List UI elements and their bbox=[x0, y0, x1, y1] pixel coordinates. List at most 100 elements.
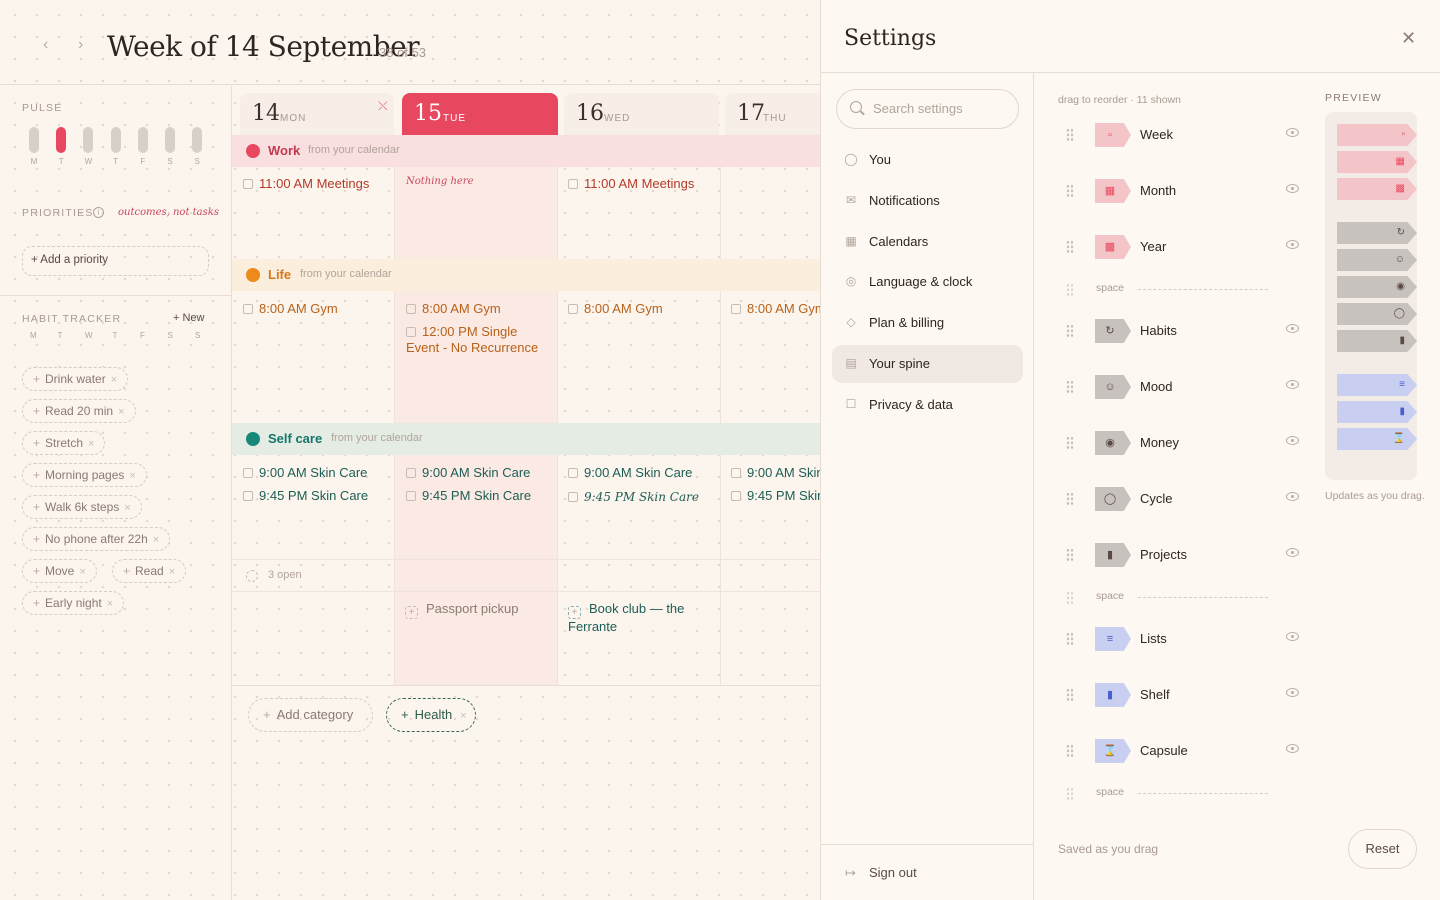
drag-handle-icon[interactable] bbox=[1066, 324, 1074, 338]
spine-space[interactable]: space bbox=[1058, 785, 1303, 801]
pulse-bar[interactable] bbox=[137, 127, 148, 153]
info-icon[interactable]: i bbox=[93, 207, 104, 218]
spine-space[interactable]: space bbox=[1058, 589, 1303, 605]
remove-icon[interactable]: × bbox=[169, 566, 175, 578]
eye-icon[interactable] bbox=[1286, 128, 1299, 137]
eye-icon[interactable] bbox=[1286, 380, 1299, 389]
task[interactable]: + Passport pickup bbox=[405, 601, 550, 619]
search-input[interactable]: Search settings bbox=[836, 89, 1019, 129]
remove-icon[interactable]: × bbox=[118, 406, 124, 418]
day-header-thu[interactable]: 17 THU bbox=[725, 93, 820, 136]
remove-icon[interactable]: × bbox=[88, 438, 94, 450]
settings-nav-item[interactable]: ✉ Notifications bbox=[832, 182, 1023, 220]
event[interactable]: 9:45 PM Skin Care bbox=[568, 489, 699, 505]
eye-icon[interactable] bbox=[1286, 240, 1299, 249]
drag-handle-icon[interactable] bbox=[1066, 184, 1074, 198]
settings-nav-item[interactable]: ◯ You bbox=[832, 141, 1023, 179]
category-life[interactable]: Life from your calendar bbox=[232, 259, 820, 291]
habit-pill[interactable]: + Read × bbox=[112, 559, 187, 583]
event[interactable]: 8:00 AM Gym bbox=[243, 301, 393, 317]
spine-item[interactable]: ▫ Week bbox=[1058, 123, 1303, 147]
eye-icon[interactable] bbox=[1286, 184, 1299, 193]
drag-handle-icon[interactable] bbox=[1066, 128, 1074, 142]
drag-handle-icon[interactable] bbox=[1066, 591, 1074, 605]
habit-pill[interactable]: + Drink water × bbox=[22, 367, 129, 391]
chevron-left-icon[interactable]: ‹ bbox=[43, 36, 48, 54]
remove-icon[interactable]: × bbox=[79, 566, 85, 578]
spine-item[interactable]: ▮ Shelf bbox=[1058, 683, 1303, 707]
sign-out-button[interactable]: Sign out bbox=[869, 865, 917, 880]
spine-item[interactable]: ◉ Money bbox=[1058, 431, 1303, 455]
settings-nav-item[interactable]: ▤ Your spine bbox=[832, 345, 1023, 383]
drag-handle-icon[interactable] bbox=[1066, 744, 1074, 758]
settings-nav-item[interactable]: ◇ Plan & billing bbox=[832, 304, 1023, 342]
eye-icon[interactable] bbox=[1286, 688, 1299, 697]
drag-handle-icon[interactable] bbox=[1066, 548, 1074, 562]
event[interactable]: 9:00 AM Skin Care bbox=[568, 465, 692, 481]
event[interactable]: 11:00 AM Meetings bbox=[243, 176, 383, 192]
reset-button[interactable]: Reset bbox=[1348, 829, 1417, 869]
task[interactable]: + Book club — the Ferrante bbox=[568, 601, 708, 635]
day-header-mon[interactable]: 14 MON ⤬ bbox=[240, 93, 394, 136]
drag-handle-icon[interactable] bbox=[1066, 787, 1074, 801]
drag-handle-icon[interactable] bbox=[1066, 240, 1074, 254]
settings-nav-item[interactable]: ☐ Privacy & data bbox=[832, 386, 1023, 424]
eye-icon[interactable] bbox=[1286, 548, 1299, 557]
event[interactable]: 8:00 AM Gym bbox=[731, 301, 820, 317]
eye-icon[interactable] bbox=[1286, 324, 1299, 333]
chevron-right-icon[interactable]: › bbox=[78, 36, 83, 54]
fold-icon[interactable]: ⤬ bbox=[378, 99, 388, 114]
event[interactable]: 9:45 PM Skin Care bbox=[243, 488, 368, 504]
spine-item[interactable]: ☺ Mood bbox=[1058, 375, 1303, 399]
drag-handle-icon[interactable] bbox=[1066, 283, 1074, 297]
eye-icon[interactable] bbox=[1286, 492, 1299, 501]
add-category-button[interactable]: + Add category bbox=[248, 698, 373, 732]
event[interactable]: 8:00 AM Gym bbox=[406, 301, 546, 317]
habit-pill[interactable]: + Move × bbox=[22, 559, 97, 583]
day-header-wed[interactable]: 16 WED bbox=[564, 93, 719, 136]
open-tasks-row[interactable]: 3 open bbox=[232, 559, 820, 592]
remove-icon[interactable]: × bbox=[153, 534, 159, 546]
event[interactable]: 9:45 PM Skin Care bbox=[731, 488, 820, 504]
drag-handle-icon[interactable] bbox=[1066, 492, 1074, 506]
drag-handle-icon[interactable] bbox=[1066, 380, 1074, 394]
category-selfcare[interactable]: Self care from your calendar bbox=[232, 423, 820, 455]
spine-item[interactable]: ≡ Lists bbox=[1058, 627, 1303, 651]
event[interactable]: 8:00 AM Gym bbox=[568, 301, 708, 317]
event[interactable]: 9:00 AM Skin Care bbox=[731, 465, 820, 481]
habit-pill[interactable]: + Read 20 min × bbox=[22, 399, 136, 423]
spine-item[interactable]: ◯ Cycle bbox=[1058, 487, 1303, 511]
habit-pill[interactable]: + Early night × bbox=[22, 591, 125, 615]
remove-icon[interactable]: × bbox=[107, 598, 113, 610]
remove-icon[interactable]: × bbox=[129, 470, 135, 482]
eye-icon[interactable] bbox=[1286, 436, 1299, 445]
event[interactable]: 9:45 PM Skin Care bbox=[406, 488, 531, 504]
close-icon[interactable]: ✕ bbox=[1401, 28, 1416, 49]
eye-icon[interactable] bbox=[1286, 632, 1299, 641]
drag-handle-icon[interactable] bbox=[1066, 688, 1074, 702]
spine-item[interactable]: ↻ Habits bbox=[1058, 319, 1303, 343]
spine-item[interactable]: ▮ Projects bbox=[1058, 543, 1303, 567]
drag-handle-icon[interactable] bbox=[1066, 436, 1074, 450]
add-priority-button[interactable]: + Add a priority bbox=[22, 246, 209, 276]
habit-pill[interactable]: + Walk 6k steps × bbox=[22, 495, 142, 519]
category-work[interactable]: Work from your calendar bbox=[232, 135, 820, 167]
new-habit-button[interactable]: + New bbox=[173, 312, 205, 324]
eye-icon[interactable] bbox=[1286, 744, 1299, 753]
pulse-bar[interactable] bbox=[56, 127, 67, 153]
spine-space[interactable]: space bbox=[1058, 281, 1303, 297]
health-chip[interactable]: + Health × bbox=[386, 698, 476, 732]
event[interactable]: 9:00 AM Skin Care bbox=[243, 465, 367, 481]
settings-nav-item[interactable]: ◎ Language & clock bbox=[832, 263, 1023, 301]
pulse-bar[interactable] bbox=[29, 127, 39, 153]
drag-handle-icon[interactable] bbox=[1066, 632, 1074, 646]
event[interactable]: 11:00 AM Meetings bbox=[568, 176, 708, 192]
pulse-bar[interactable] bbox=[165, 127, 175, 153]
event[interactable]: 12:00 PM Single Event - No Recurrence bbox=[406, 324, 546, 356]
remove-icon[interactable]: × bbox=[124, 502, 130, 514]
spine-item[interactable]: ⌛ Capsule bbox=[1058, 739, 1303, 763]
habit-pill[interactable]: + Morning pages × bbox=[22, 463, 147, 487]
habit-pill[interactable]: + Stretch × bbox=[22, 431, 106, 455]
pulse-bar[interactable] bbox=[83, 127, 94, 153]
day-header-tue-today[interactable]: 15 TUE bbox=[402, 93, 558, 136]
